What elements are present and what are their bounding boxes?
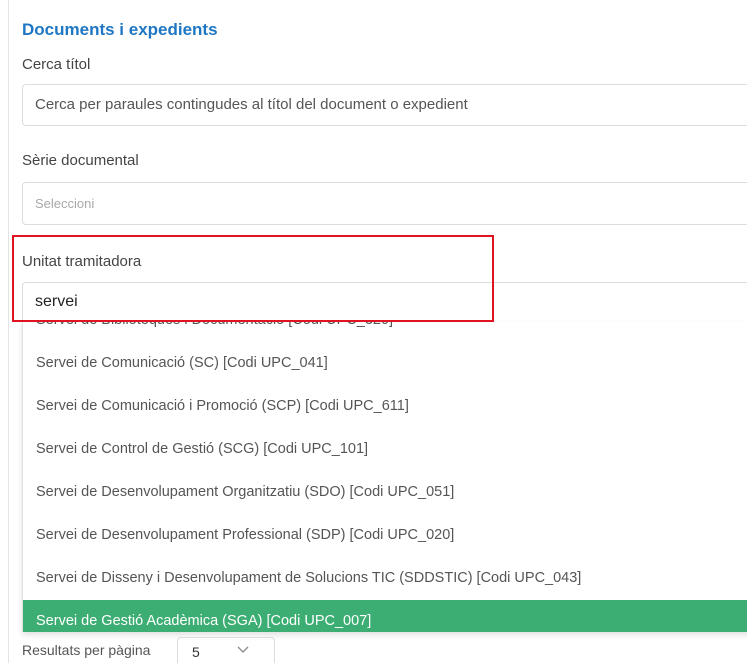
processing-unit-value: servei	[35, 293, 78, 310]
processing-unit-label: Unitat tramitadora	[22, 253, 142, 270]
processing-unit-input[interactable]: servei	[22, 282, 747, 323]
search-form-panel: Documents i expedients Cerca títol Cerca…	[0, 0, 747, 663]
document-series-placeholder: Seleccioni	[35, 196, 95, 211]
dropdown-option[interactable]: Servei de Control de Gestió (SCG) [Codi …	[23, 428, 747, 471]
title-search-placeholder: Cerca per paraules contingudes al títol …	[35, 96, 468, 113]
dropdown-option[interactable]: Servei de Comunicació i Promoció (SCP) […	[23, 385, 747, 428]
processing-unit-dropdown[interactable]: Servei de Biblioteques i Documentació [C…	[22, 322, 747, 632]
title-search-input[interactable]: Cerca per paraules contingudes al títol …	[22, 84, 747, 126]
dropdown-option[interactable]: Servei de Disseny i Desenvolupament de S…	[23, 557, 747, 600]
results-per-page-label: Resultats per pàgina	[22, 642, 151, 658]
dropdown-option[interactable]: Servei de Desenvolupament Organitzatiu (…	[23, 471, 747, 514]
dropdown-option[interactable]: Servei de Comunicació (SC) [Codi UPC_041…	[23, 342, 747, 385]
results-per-page-row: Resultats per pàgina 5	[22, 632, 747, 663]
panel-left-border	[8, 0, 9, 663]
dropdown-option[interactable]: Servei de Biblioteques i Documentació [C…	[23, 322, 747, 342]
dropdown-option-selected[interactable]: Servei de Gestió Acadèmica (SGA) [Codi U…	[23, 600, 747, 632]
dropdown-option[interactable]: Servei de Desenvolupament Professional (…	[23, 514, 747, 557]
document-series-select[interactable]: Seleccioni	[22, 182, 747, 225]
title-search-label: Cerca títol	[22, 56, 91, 73]
chevron-down-icon	[236, 642, 250, 661]
results-per-page-select[interactable]: 5	[177, 637, 275, 663]
document-series-label: Sèrie documental	[22, 152, 139, 169]
results-per-page-value: 5	[192, 644, 200, 660]
section-title: Documents i expedients	[22, 20, 218, 39]
